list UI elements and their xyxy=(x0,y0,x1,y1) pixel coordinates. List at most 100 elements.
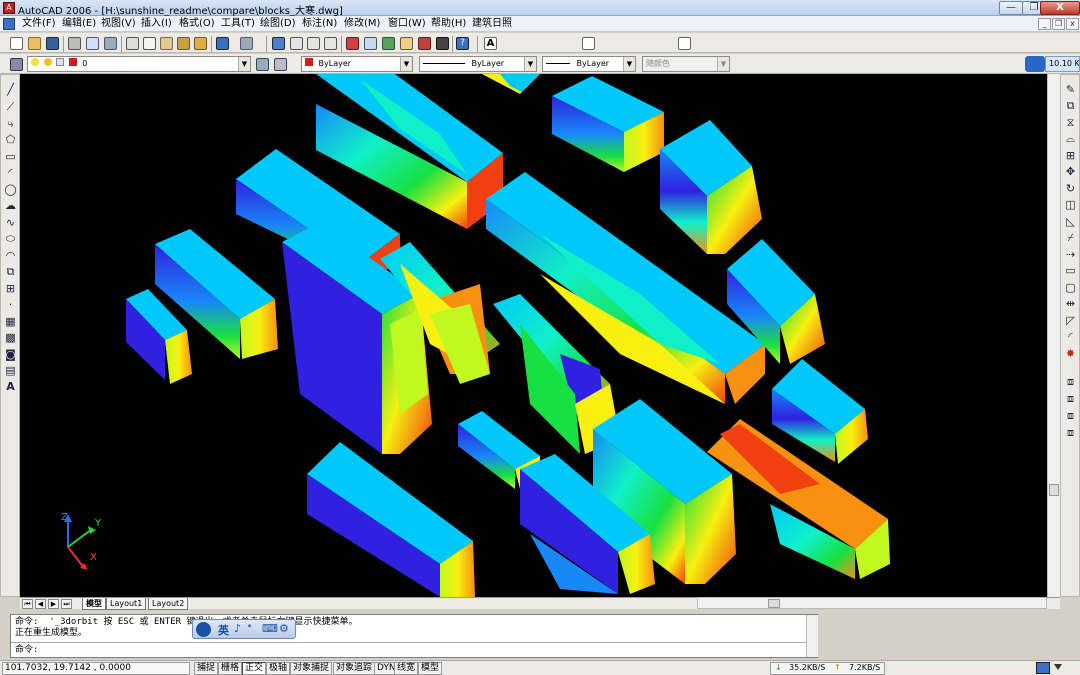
horizontal-scrollbar[interactable] xyxy=(697,597,1047,609)
point-icon[interactable]: · xyxy=(4,298,17,311)
menu-help[interactable]: 帮助(H) xyxy=(431,17,466,31)
undo-icon[interactable] xyxy=(216,37,229,50)
ime-toolbar[interactable]: 英 ♪ ﾞ ⌨ ⚙ xyxy=(192,619,296,639)
next-tab-button[interactable]: ▶ xyxy=(48,599,59,609)
revision-cloud-icon[interactable]: ☁ xyxy=(4,199,17,212)
building-block[interactable] xyxy=(482,74,540,94)
menu-file[interactable]: 文件(F) xyxy=(22,17,56,31)
explode-icon[interactable]: ✸ xyxy=(1064,347,1077,360)
offset-icon[interactable]: ⌓ xyxy=(1064,132,1077,145)
stretch-icon[interactable]: ◺ xyxy=(1064,215,1077,228)
model-toggle[interactable]: 模型 xyxy=(418,662,443,675)
move-icon[interactable]: ✥ xyxy=(1064,165,1077,178)
ime-language-toggle[interactable]: 英 xyxy=(218,622,229,638)
rotate-icon[interactable]: ↻ xyxy=(1064,182,1077,195)
region-icon[interactable]: ◙ xyxy=(4,348,17,361)
close-button[interactable]: X xyxy=(1040,1,1080,15)
draw-order-above-icon[interactable]: ⧈ xyxy=(1064,409,1077,422)
command-window[interactable]: 命令: '_3dorbit 按 ESC 或 ENTER 键退出，或者单击鼠标右键… xyxy=(10,614,818,658)
command-scrollbar[interactable] xyxy=(806,615,818,657)
dim-style-icon[interactable] xyxy=(582,37,595,50)
redo-icon[interactable] xyxy=(240,37,253,50)
menu-dimension[interactable]: 标注(N) xyxy=(302,17,337,31)
table-icon[interactable]: ▤ xyxy=(4,364,17,377)
construction-line-icon[interactable]: ⟋ xyxy=(4,100,17,113)
prev-tab-button[interactable]: ◀ xyxy=(35,599,46,609)
building-block[interactable] xyxy=(552,76,664,172)
markup-icon[interactable] xyxy=(418,37,431,50)
extend-icon[interactable]: ⇢ xyxy=(1064,248,1077,261)
polyline-icon[interactable]: ⤷ xyxy=(4,117,17,130)
zoom-realtime-icon[interactable] xyxy=(290,37,303,50)
table-style-icon[interactable] xyxy=(678,37,691,50)
menu-view[interactable]: 视图(V) xyxy=(101,17,136,31)
linetype-combo[interactable]: ByLayer ▼ xyxy=(419,56,537,72)
text-style-icon[interactable]: A xyxy=(484,37,497,50)
break-icon[interactable]: ▢ xyxy=(1064,281,1077,294)
paste-icon[interactable] xyxy=(160,37,173,50)
join-icon[interactable]: ⇹ xyxy=(1064,297,1077,310)
gradient-icon[interactable]: ▩ xyxy=(4,331,17,344)
model-space-canvas[interactable]: Z Y X xyxy=(20,74,1047,597)
menu-sunshine[interactable]: 建筑日照 xyxy=(472,17,512,31)
scrollbar-thumb[interactable] xyxy=(1049,484,1059,496)
scale-icon[interactable]: ◫ xyxy=(1064,198,1077,211)
drawing-viewport[interactable]: Z Y X xyxy=(20,74,1047,597)
snap-toggle[interactable]: 捕捉 xyxy=(194,662,219,675)
doc-restore-button[interactable]: ❐ xyxy=(1052,18,1065,30)
array-icon[interactable]: ⊞ xyxy=(1064,149,1077,162)
new-icon[interactable] xyxy=(10,37,23,50)
menu-format[interactable]: 格式(O) xyxy=(179,17,215,31)
make-current-layer-icon[interactable] xyxy=(256,58,269,71)
first-tab-button[interactable]: ⏮ xyxy=(22,599,33,609)
polar-toggle[interactable]: 极轴 xyxy=(266,662,291,675)
building-block[interactable] xyxy=(660,120,762,254)
otrack-toggle[interactable]: 对象追踪 xyxy=(333,662,376,675)
doc-minimize-button[interactable]: _ xyxy=(1038,18,1051,30)
vertical-scrollbar[interactable] xyxy=(1047,74,1060,597)
ellipse-icon[interactable]: ⬭ xyxy=(4,232,17,245)
print-icon[interactable] xyxy=(68,37,81,50)
help-icon[interactable]: ? xyxy=(456,37,469,50)
rectangle-icon[interactable]: ▭ xyxy=(4,150,17,163)
preview-icon[interactable] xyxy=(86,37,99,50)
pan-icon[interactable] xyxy=(272,37,285,50)
copy-object-icon[interactable]: ⧉ xyxy=(1064,99,1077,112)
ime-fullwidth-icon[interactable]: ﾞ xyxy=(248,622,254,638)
trim-icon[interactable]: ⌿ xyxy=(1064,231,1077,244)
draw-order-back-icon[interactable]: ⧈ xyxy=(1064,392,1077,405)
ime-punctuation-icon[interactable]: ♪ xyxy=(234,622,241,635)
last-tab-button[interactable]: ⏭ xyxy=(61,599,72,609)
chamfer-icon[interactable]: ◸ xyxy=(1064,314,1077,327)
layer-previous-icon[interactable] xyxy=(274,58,287,71)
multiline-text-icon[interactable]: A xyxy=(4,380,17,393)
zoom-window-icon[interactable] xyxy=(307,37,320,50)
menu-window[interactable]: 窗口(W) xyxy=(388,17,426,31)
ellipse-arc-icon[interactable]: ◠ xyxy=(4,249,17,262)
calculator-icon[interactable] xyxy=(436,37,449,50)
ime-logo-icon[interactable] xyxy=(196,622,211,637)
draw-order-below-icon[interactable]: ⧈ xyxy=(1064,426,1077,439)
building-block[interactable] xyxy=(772,359,868,464)
insert-block-icon[interactable]: ⧉ xyxy=(4,265,17,278)
scrollbar-thumb[interactable] xyxy=(768,599,780,608)
line-icon[interactable]: ╱ xyxy=(4,83,17,96)
autocad-app-icon[interactable]: A xyxy=(3,2,15,14)
sheet-set-icon[interactable] xyxy=(400,37,413,50)
keyboard-icon[interactable]: ⌨ xyxy=(262,622,278,635)
menu-edit[interactable]: 编辑(E) xyxy=(62,17,96,31)
menu-tools[interactable]: 工具(T) xyxy=(221,17,255,31)
erase-icon[interactable]: ✎ xyxy=(1064,83,1077,96)
layer-combo[interactable]: 0 ▼ xyxy=(27,56,251,72)
tab-layout2[interactable]: Layout2 xyxy=(148,598,189,610)
osnap-toggle[interactable]: 对象捕捉 xyxy=(290,662,333,675)
color-combo[interactable]: ByLayer ▼ xyxy=(301,56,413,72)
doc-close-button[interactable]: x xyxy=(1066,18,1079,30)
building-block[interactable] xyxy=(307,442,475,597)
make-block-icon[interactable]: ⊞ xyxy=(4,282,17,295)
cut-icon[interactable] xyxy=(126,37,139,50)
block-editor-icon[interactable] xyxy=(194,37,207,50)
communication-center-icon[interactable] xyxy=(1036,662,1050,674)
break-at-point-icon[interactable]: ▭ xyxy=(1064,264,1077,277)
menu-insert[interactable]: 插入(I) xyxy=(141,17,172,31)
